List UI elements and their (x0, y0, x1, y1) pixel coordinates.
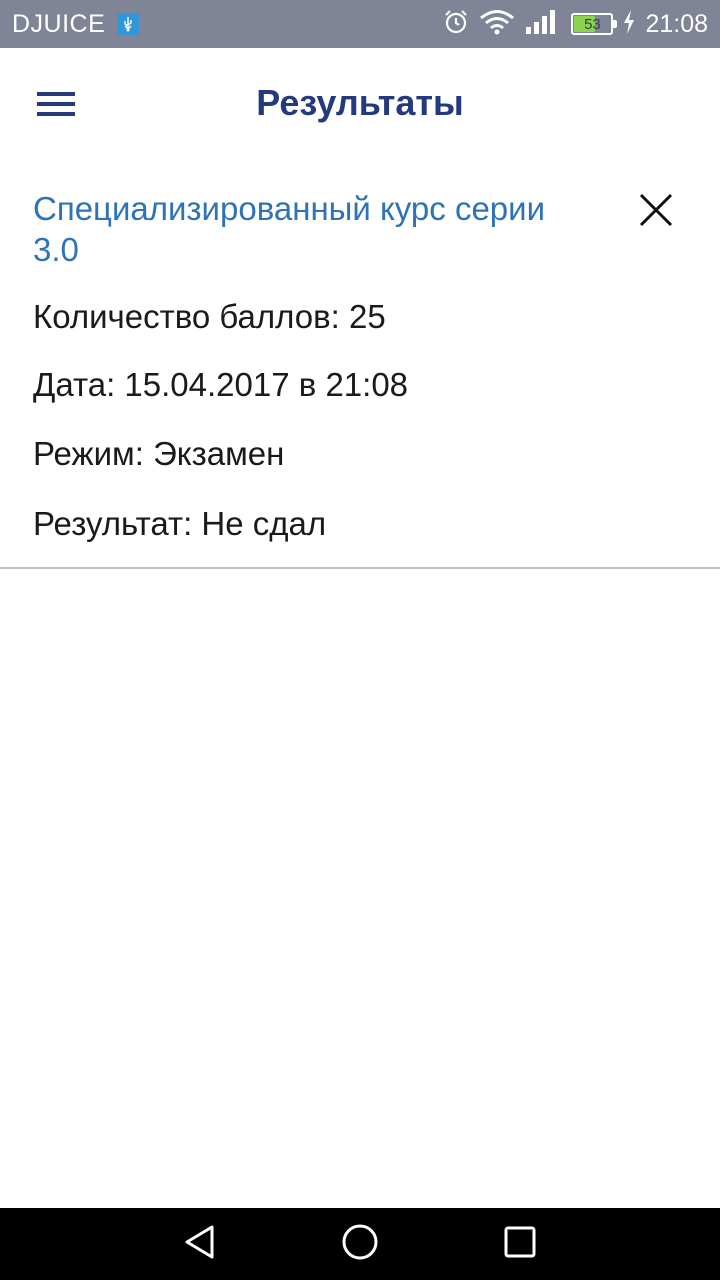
close-button[interactable] (628, 184, 684, 240)
usb-icon (117, 13, 140, 35)
signal-icon (525, 9, 557, 40)
recent-apps-icon (503, 1225, 537, 1264)
battery-level: 53 (584, 15, 601, 33)
back-icon (182, 1224, 218, 1265)
recent-apps-button[interactable] (498, 1222, 542, 1266)
page-title: Результаты (256, 82, 464, 123)
wifi-icon (479, 9, 515, 40)
mode-text: Режим: Экзамен (33, 435, 285, 472)
date-text: Дата: 15.04.2017 в 21:08 (33, 366, 409, 403)
charging-icon (623, 9, 635, 39)
home-icon (341, 1223, 379, 1266)
alarm-icon (443, 9, 469, 40)
clock: 21:08 (645, 9, 708, 38)
result-text: Результат: Не сдал (33, 505, 327, 542)
carrier-name: DJUICE (12, 9, 106, 38)
close-icon (638, 192, 674, 233)
navigation-bar (0, 1208, 720, 1280)
battery-icon: 53 (571, 13, 618, 35)
screen: DJUICE 53 21:08 Результаты Специализиров… (0, 0, 720, 1280)
status-icons: 53 21:08 (443, 9, 708, 40)
score-text: Количество баллов: 25 (33, 298, 386, 335)
course-title: Специализированный курс серии 3.0 (33, 190, 546, 268)
back-button[interactable] (178, 1222, 222, 1266)
status-bar: DJUICE 53 21:08 (0, 0, 720, 48)
home-button[interactable] (338, 1222, 382, 1266)
app-bar: Результаты (0, 48, 720, 164)
result-item: Специализированный курс серии 3.0 Количе… (0, 164, 720, 569)
